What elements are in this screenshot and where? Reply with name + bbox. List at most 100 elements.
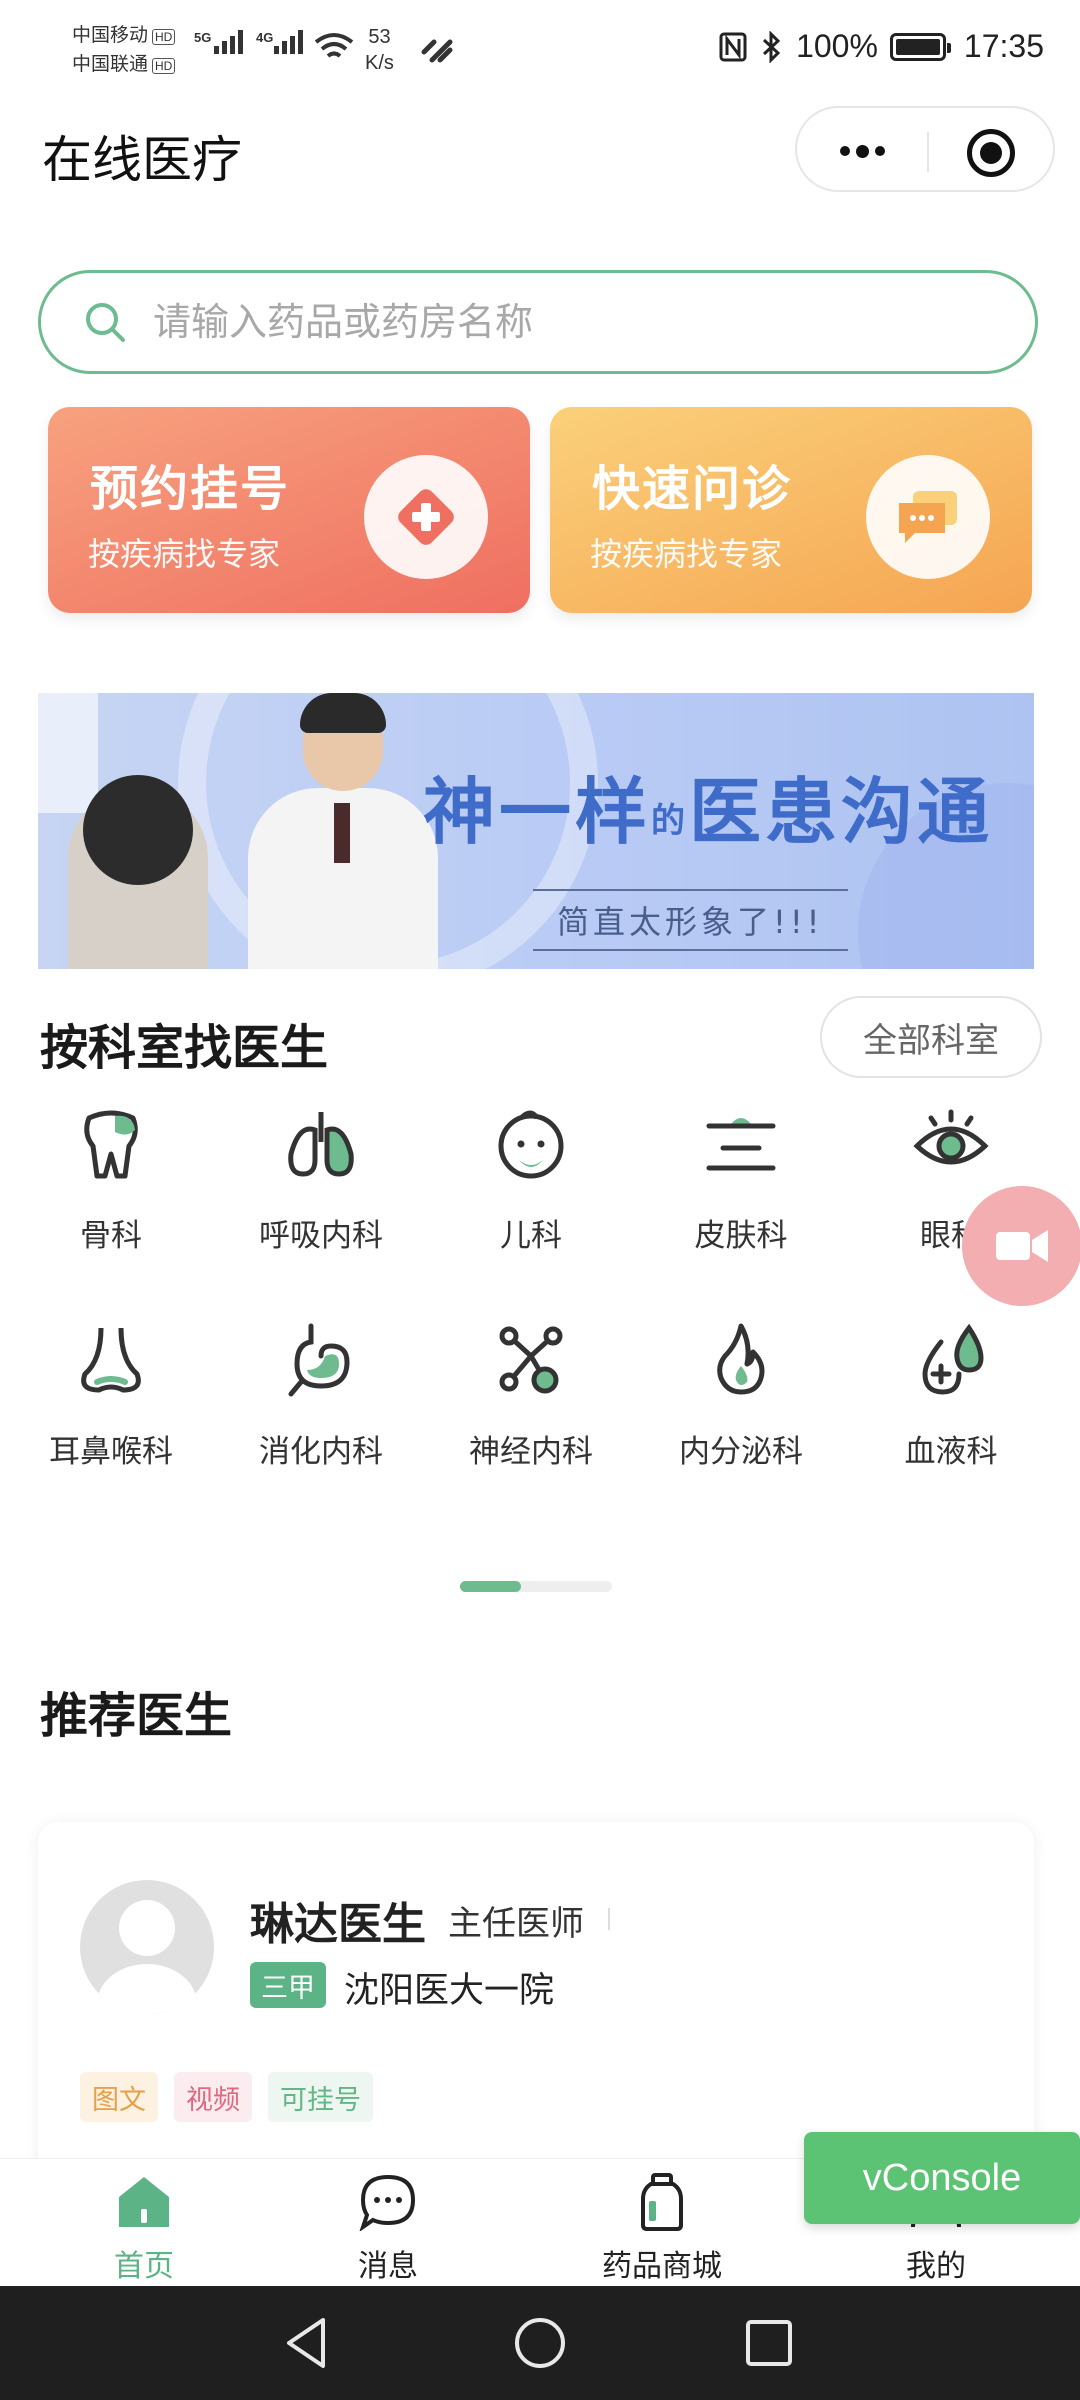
dept-dermatology[interactable]: 皮肤科 — [636, 1104, 846, 1255]
dept-label: 内分泌科 — [679, 1434, 803, 1470]
network-speed: 53 K/s — [365, 24, 394, 76]
page-title: 在线医疗 — [42, 131, 242, 189]
capsule-divider — [927, 132, 929, 172]
dept-neurology[interactable]: 神经内科 — [426, 1320, 636, 1471]
dept-endocrinology[interactable]: 内分泌科 — [636, 1320, 846, 1471]
banner-title-a: 神一样 — [423, 770, 652, 854]
promo-banner[interactable]: 神一样的医患沟通 简直太形象了!!! — [38, 693, 1034, 969]
avatar — [80, 1880, 214, 2014]
video-call-button[interactable] — [962, 1186, 1080, 1306]
status-bar: 中国移动 HD 中国联通 HD 5G 4G 53 K/s 100% 17:35 — [0, 0, 1080, 100]
dept-orthopedics[interactable]: 骨科 — [6, 1104, 216, 1255]
tab-home[interactable]: 首页 — [44, 2173, 244, 2285]
consultation-subtitle: 按疾病找专家 — [590, 535, 783, 573]
video-camera-icon — [996, 1230, 1048, 1262]
flame-icon — [717, 1323, 765, 1395]
banner-subtitle: 简直太形象了!!! — [533, 889, 848, 951]
dept-respiratory[interactable]: 呼吸内科 — [216, 1104, 426, 1255]
banner-title-small: 的 — [651, 800, 690, 841]
search-icon — [86, 303, 125, 342]
departments-title: 按科室找医生 — [40, 1020, 329, 1076]
carrier-1: 中国移动 — [72, 25, 149, 46]
hospital-name: 沈阳医大一院 — [344, 1971, 555, 2011]
bluetooth-icon — [763, 30, 781, 63]
consultation-card[interactable]: 快速问诊 按疾病找专家 — [550, 407, 1032, 613]
baby-face-icon — [498, 1110, 564, 1179]
tab-messages[interactable]: 消息 — [288, 2173, 488, 2285]
banner-doctor-hair — [300, 693, 386, 733]
recommended-title: 推荐医生 — [40, 1688, 233, 1744]
vconsole-button[interactable]: vConsole — [804, 2132, 1080, 2224]
search-bar[interactable] — [38, 270, 1038, 374]
tab-label: 我的 — [906, 2249, 966, 2284]
banner-title-b: 医患沟通 — [689, 770, 994, 854]
tag-video: 视频 — [174, 2072, 252, 2122]
banner-patient-hair — [83, 775, 193, 885]
back-icon[interactable] — [275, 2310, 341, 2376]
tag-text-consult: 图文 — [80, 2072, 158, 2122]
dept-hematology[interactable]: 血液科 — [846, 1320, 1056, 1471]
dept-label: 神经内科 — [469, 1434, 593, 1470]
dept-gastroenterology[interactable]: 消化内科 — [216, 1320, 426, 1471]
message-icon — [359, 2174, 416, 2233]
pager-indicator — [460, 1581, 521, 1592]
appointment-subtitle: 按疾病找专家 — [88, 535, 281, 573]
eye-icon — [913, 1109, 989, 1165]
medical-cross-icon — [364, 455, 488, 579]
speed-value: 53 — [368, 26, 391, 48]
doctor-title: 主任医师 — [448, 1904, 584, 1944]
lungs-icon — [288, 1112, 354, 1177]
all-departments-button[interactable]: 全部科室 — [820, 996, 1042, 1078]
neuron-icon — [499, 1326, 563, 1394]
dept-label: 儿科 — [500, 1218, 562, 1254]
recents-icon[interactable] — [736, 2310, 802, 2376]
tab-label: 首页 — [114, 2249, 174, 2284]
dept-label: 血液科 — [904, 1434, 998, 1470]
speed-unit: K/s — [365, 52, 394, 74]
tag-appointment: 可挂号 — [268, 2072, 373, 2122]
tab-label: 消息 — [358, 2249, 418, 2284]
hospital-level-badge: 三甲 — [250, 1962, 326, 2008]
dept-label: 皮肤科 — [694, 1218, 788, 1254]
wifi-icon — [314, 33, 354, 58]
skin-layers-icon — [706, 1118, 776, 1171]
link-icon — [421, 39, 453, 63]
signal-icon — [274, 30, 303, 54]
home-nav-icon[interactable] — [507, 2310, 573, 2376]
system-navigation-bar — [0, 2286, 1080, 2400]
network-5g-label: 5G — [194, 30, 212, 45]
miniprogram-capsule — [795, 106, 1055, 192]
stomach-icon — [288, 1323, 350, 1397]
dept-pediatrics[interactable]: 儿科 — [426, 1104, 636, 1255]
battery-percent: 100% — [796, 28, 878, 64]
appointment-card[interactable]: 预约挂号 按疾病找专家 — [48, 407, 530, 613]
banner-xray — [38, 693, 98, 813]
tab-pharmacy[interactable]: 药品商城 — [562, 2173, 762, 2285]
banner-doctor-tie — [334, 803, 350, 863]
tooth-bone-icon — [84, 1110, 138, 1179]
clock: 17:35 — [963, 28, 1044, 64]
battery-icon — [889, 32, 951, 61]
title-bar: 在线医疗 — [0, 100, 1080, 200]
target-icon[interactable] — [967, 129, 1015, 177]
search-input[interactable] — [153, 300, 913, 344]
consultation-title: 快速问诊 — [592, 461, 793, 517]
signal-icon — [214, 30, 243, 54]
home-icon — [119, 2177, 169, 2227]
divider — [608, 1908, 610, 1930]
status-right: 100% 17:35 — [718, 28, 1044, 65]
nfc-icon — [719, 32, 747, 61]
hd-badge: HD — [152, 58, 176, 74]
department-pager — [460, 1581, 612, 1592]
network-4g-label: 4G — [256, 30, 274, 45]
appointment-title: 预约挂号 — [90, 461, 291, 517]
doctor-name: 琳达医生 — [250, 1899, 426, 1950]
chat-bubble-icon — [866, 455, 990, 579]
dept-label: 呼吸内科 — [259, 1218, 383, 1254]
medicine-bottle-icon — [641, 2173, 683, 2231]
carrier-2: 中国联通 — [72, 54, 149, 75]
ellipsis-icon[interactable] — [797, 108, 927, 194]
dept-ent[interactable]: 耳鼻喉科 — [6, 1320, 216, 1471]
dept-label: 骨科 — [80, 1218, 142, 1254]
hd-badge: HD — [152, 29, 176, 45]
